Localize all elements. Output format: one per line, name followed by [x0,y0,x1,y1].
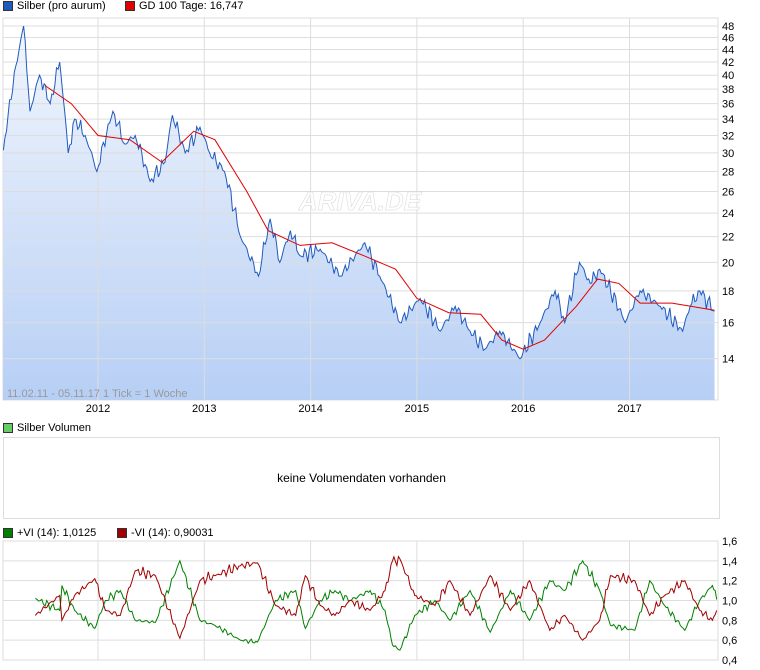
y-tick-label: 18 [722,286,734,298]
y-tick-label: 22 [722,232,734,244]
x-tick-label: 2014 [298,403,322,415]
vi-y-tick-label: 1,6 [722,536,737,548]
y-tick-label: 14 [722,354,734,366]
y-tick-label: 24 [722,208,734,220]
y-tick-label: 20 [722,257,734,269]
range-note: 11.02.11 - 05.11.17 1 Tick = 1 Woche [7,388,188,400]
y-tick-label: 48 [722,21,734,33]
vi-y-tick-label: 1,4 [722,556,737,568]
y-tick-label: 32 [722,130,734,142]
chart-root: Silber (pro aurum) GD 100 Tage: 16,747 S… [0,0,760,670]
y-tick-label: 42 [722,57,734,69]
vi-y-tick-label: 0,6 [722,635,737,647]
vi-y-tick-label: 1,0 [722,596,737,608]
vi-y-tick-label: 0,8 [722,615,737,627]
y-tick-label: 44 [722,44,734,56]
y-tick-label: 40 [722,70,734,82]
y-tick-label: 30 [722,148,734,160]
y-tick-label: 16 [722,318,734,330]
x-tick-label: 2016 [511,403,535,415]
x-tick-label: 2013 [192,403,216,415]
y-tick-label: 34 [722,114,734,126]
chart-canvas: 14 16 18 20 22 24 26 28 30 32 34 36 38 4042444648 2012… [2,17,737,667]
x-tick-label: 2015 [405,403,429,415]
watermark-logo: ARIVA.DE [298,186,422,216]
y-tick-label: 28 [722,167,734,179]
x-tick-label: 2012 [86,403,110,415]
y-tick-label: 46 [722,32,734,44]
x-tick-label: 2017 [617,403,641,415]
y-tick-label: 26 [722,187,734,199]
y-tick-label: 36 [722,99,734,111]
y-tick-label: 38 [722,84,734,96]
vi-y-tick-label: 1,2 [722,576,737,588]
vi-y-tick-label: 0,4 [722,655,737,667]
